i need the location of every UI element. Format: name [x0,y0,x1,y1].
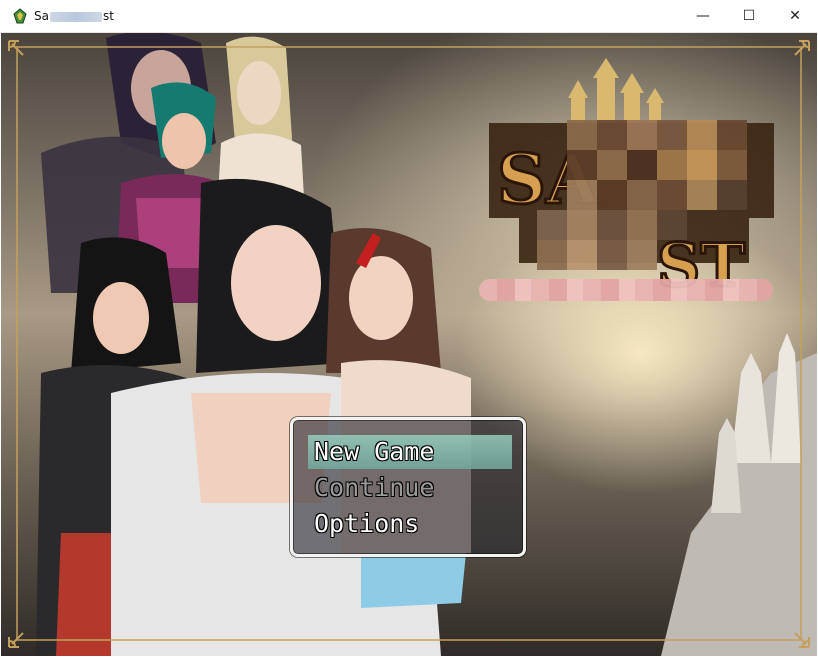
maximize-icon: ☐ [742,8,756,24]
menu-item-options[interactable]: Options [308,507,512,541]
window-titlebar[interactable]: Sa st — ☐ ✕ [0,0,818,33]
menu-item-continue[interactable]: Continue [308,471,512,505]
title-menu: New Game Continue Options [290,417,526,557]
window-title-suffix: st [102,9,114,23]
corner-ornament-icon [8,632,24,648]
corner-ornament-icon [794,632,810,648]
menu-item-new-game[interactable]: New Game [308,435,512,469]
window-title-prefix: Sa [34,9,49,23]
window-title: Sa st [34,8,114,24]
minimize-icon: — [696,8,710,24]
game-canvas[interactable]: SA ST New Game Continue Options [1,33,817,656]
app-icon [13,8,27,24]
close-button[interactable]: ✕ [772,0,818,32]
minimize-button[interactable]: — [680,0,726,32]
corner-ornament-icon [794,40,810,56]
maximize-button[interactable]: ☐ [726,0,772,32]
close-icon: ✕ [789,8,801,24]
title-redacted-block [49,11,102,22]
corner-ornament-icon [8,40,24,56]
